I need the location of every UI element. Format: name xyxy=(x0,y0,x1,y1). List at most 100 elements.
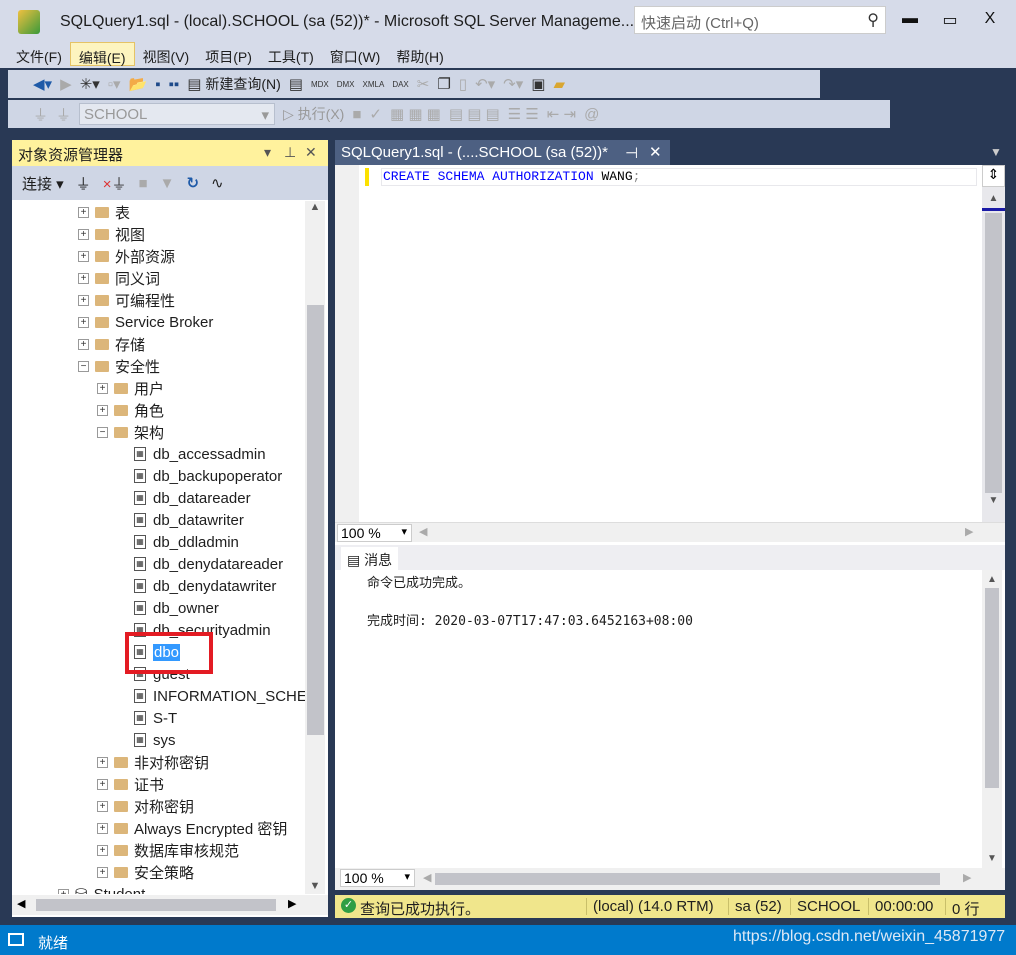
tree-node[interactable]: + 存储 xyxy=(78,333,145,355)
expand-icon[interactable]: + xyxy=(97,382,108,394)
quick-launch-input[interactable]: 快速启动 (Ctrl+Q) ⚲ xyxy=(634,6,886,34)
execute-button[interactable]: ▷ 执行(X) xyxy=(283,104,344,124)
scroll-right-icon[interactable]: ▶ xyxy=(965,525,973,538)
pin-icon[interactable]: ⊥ xyxy=(284,144,296,161)
expand-icon[interactable]: + xyxy=(78,338,89,350)
menu-edit[interactable]: 编辑(E) xyxy=(69,42,135,66)
scroll-down-icon[interactable]: ▼ xyxy=(305,880,325,892)
undo-icon[interactable]: ↶▾ xyxy=(475,75,495,93)
database-engine-query-icon[interactable]: ▤ xyxy=(289,75,303,93)
scroll-left-icon[interactable]: ◀ xyxy=(419,525,427,538)
tree-node[interactable]: ▦ db_denydatawriter xyxy=(134,575,276,597)
editor-scroll-thumb[interactable] xyxy=(985,213,1002,493)
new-project-icon[interactable]: ✳▾ xyxy=(80,75,100,93)
tree-node-student[interactable]: + ⛁ Student xyxy=(58,883,145,894)
connect-dropdown[interactable]: 连接 ▾ xyxy=(22,173,64,194)
scroll-down-icon[interactable]: ▼ xyxy=(982,853,1002,864)
paste-icon[interactable]: ▯ xyxy=(459,75,467,93)
connect-icon[interactable]: ⏚ xyxy=(33,104,48,125)
pin-tab-icon[interactable]: ⊣ xyxy=(625,144,638,162)
new-query-button[interactable]: ▤ 新建查询(N) xyxy=(187,74,281,94)
messages-scroll-thumb[interactable] xyxy=(985,588,999,788)
expand-icon[interactable]: + xyxy=(78,250,89,262)
forward-icon[interactable]: ▶ xyxy=(60,75,72,93)
menu-window[interactable]: 窗口(W) xyxy=(322,42,389,66)
tree-node[interactable]: ▦ sys xyxy=(134,729,176,751)
expand-icon[interactable]: + xyxy=(97,822,108,834)
expand-icon[interactable]: + xyxy=(78,316,89,328)
tree-node[interactable]: ▦ db_denydatareader xyxy=(134,553,283,575)
tree-node[interactable]: ▦ db_ddladmin xyxy=(134,531,239,553)
dax-query-icon[interactable]: DAX xyxy=(392,80,408,89)
minimize-button[interactable]: ▬ xyxy=(900,10,920,28)
database-select[interactable]: SCHOOL xyxy=(79,103,276,125)
tree-node[interactable]: + 非对称密钥 xyxy=(97,751,209,773)
expand-icon[interactable]: + xyxy=(97,404,108,416)
expand-icon[interactable]: + xyxy=(78,228,89,240)
template-parameters-icon[interactable]: @ xyxy=(584,106,599,123)
activity-monitor-icon[interactable]: ▣ xyxy=(531,75,545,93)
tree-node[interactable]: + 同义词 xyxy=(78,267,160,289)
tree-node[interactable]: + 用户 xyxy=(97,377,164,399)
menu-tools[interactable]: 工具(T) xyxy=(260,42,322,66)
tree-node[interactable]: + 可编程性 xyxy=(78,289,175,311)
activity-monitor-icon[interactable]: ∿ xyxy=(211,174,224,192)
window-position-icon[interactable]: ▾ xyxy=(264,144,271,161)
query-editor[interactable]: CREATE SCHEMA AUTHORIZATION WANG; ⇕ ▲ ▼ … xyxy=(335,165,1005,545)
close-tab-icon[interactable]: ✕ xyxy=(649,143,662,161)
tree-node[interactable]: + 视图 xyxy=(78,223,145,245)
menu-file[interactable]: 文件(F) xyxy=(8,42,70,66)
expand-icon[interactable]: + xyxy=(58,888,69,894)
tree-node[interactable]: ▦ db_datawriter xyxy=(134,509,244,531)
back-icon[interactable]: ◀▾ xyxy=(33,75,52,93)
split-icon[interactable]: ⇕ xyxy=(982,165,1005,187)
cut-icon[interactable]: ✂ xyxy=(417,75,430,93)
expand-icon[interactable]: + xyxy=(78,272,89,284)
expand-icon[interactable]: + xyxy=(78,294,89,306)
stop-icon[interactable]: ■ xyxy=(139,175,148,192)
editor-vertical-scrollbar[interactable]: ⇕ ▲ ▼ xyxy=(982,165,1005,522)
scroll-left-icon[interactable]: ◀ xyxy=(17,897,25,910)
tree-node[interactable]: + 表 xyxy=(78,201,130,223)
disconnect-icon[interactable]: ×⏚ xyxy=(103,173,127,194)
editor-zoom-select[interactable]: 100 % xyxy=(337,524,412,542)
menu-view[interactable]: 视图(V) xyxy=(135,42,198,66)
collapse-icon[interactable]: − xyxy=(78,360,89,372)
scroll-right-icon[interactable]: ▶ xyxy=(963,871,971,884)
tree-node[interactable]: + 数据库审核规范 xyxy=(97,839,239,861)
messages-vertical-scrollbar[interactable]: ▲ ▼ xyxy=(982,570,1002,868)
expand-icon[interactable]: + xyxy=(97,778,108,790)
open-file-icon[interactable]: 📂 xyxy=(129,75,148,93)
scroll-down-icon[interactable]: ▼ xyxy=(982,495,1005,506)
tree-scroll-thumb[interactable] xyxy=(307,305,324,735)
tree-node[interactable]: + 对称密钥 xyxy=(97,795,194,817)
redo-icon[interactable]: ↷▾ xyxy=(503,75,523,93)
change-connection-icon[interactable]: ⏚ xyxy=(56,104,71,125)
refresh-icon[interactable]: ↻ xyxy=(186,174,199,192)
tree-node[interactable]: ▦ db_owner xyxy=(134,597,219,619)
parse-icon[interactable]: ✓ xyxy=(369,105,382,123)
scroll-up-icon[interactable]: ▲ xyxy=(305,201,325,213)
search-icon[interactable]: ⚲ xyxy=(867,10,879,30)
expand-icon[interactable]: + xyxy=(97,844,108,856)
close-panel-icon[interactable]: ✕ xyxy=(305,144,317,161)
tree-node[interactable]: ▦ db_backupoperator xyxy=(134,465,282,487)
add-item-icon[interactable]: ▫▾ xyxy=(108,75,121,93)
code-line[interactable]: CREATE SCHEMA AUTHORIZATION WANG; xyxy=(381,168,977,186)
close-button[interactable]: X xyxy=(980,10,1000,28)
tab-overflow-icon[interactable]: ▼ xyxy=(990,145,1002,159)
results-horizontal-thumb[interactable] xyxy=(435,873,940,885)
save-icon[interactable]: ▪ xyxy=(155,76,160,93)
menu-project[interactable]: 项目(P) xyxy=(197,42,260,66)
mdx-query-icon[interactable]: MDX xyxy=(311,80,329,89)
tree-horizontal-thumb[interactable] xyxy=(36,899,276,911)
tree-node[interactable]: − 架构 xyxy=(97,421,164,443)
solution-explorer-icon[interactable]: ▰ xyxy=(553,75,565,93)
dmx-query-icon[interactable]: DMX xyxy=(337,80,355,89)
tree-node[interactable]: + 外部资源 xyxy=(78,245,175,267)
comment-icon[interactable]: ☰ ☰ xyxy=(508,105,539,123)
collapse-icon[interactable]: − xyxy=(97,426,108,438)
results-zoom-select[interactable]: 100 % xyxy=(340,869,415,887)
menu-help[interactable]: 帮助(H) xyxy=(388,42,451,66)
tree-node[interactable]: ▦ INFORMATION_SCHEMA xyxy=(134,685,305,707)
